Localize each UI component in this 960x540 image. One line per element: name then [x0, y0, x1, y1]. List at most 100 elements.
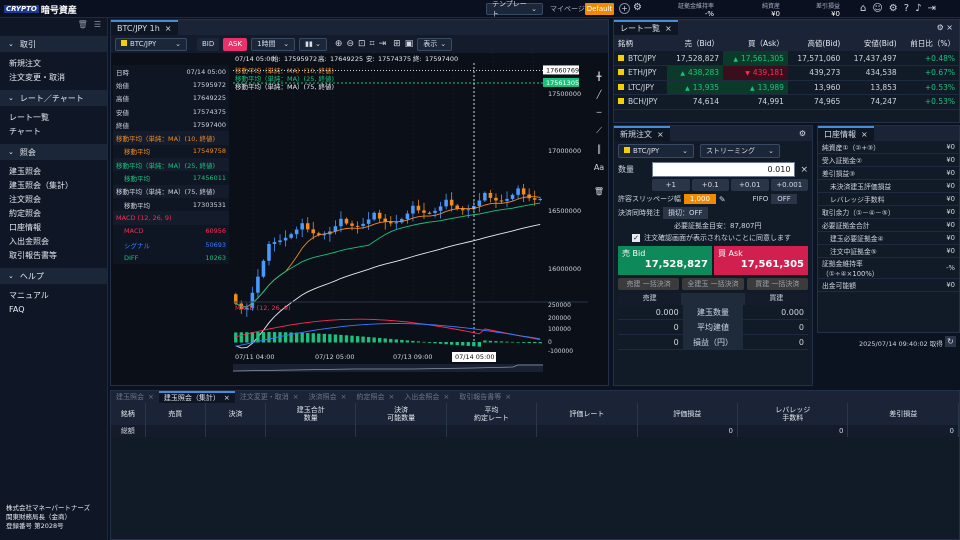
sidebar-item[interactable]: 注文照会	[0, 192, 107, 206]
default-button[interactable]: Default	[585, 3, 614, 15]
close-icon[interactable]: ×	[148, 393, 154, 401]
close-icon[interactable]: ×	[505, 393, 511, 401]
positions-header-cell[interactable]: 売買	[145, 403, 206, 425]
qty-step-button[interactable]: +0.1	[691, 179, 729, 191]
zoom-fit-icon[interactable]: ⊡	[358, 39, 366, 49]
close-icon[interactable]: ×	[389, 393, 395, 401]
close-icon[interactable]: ×	[165, 24, 172, 33]
help-icon[interactable]: ?	[904, 3, 909, 14]
sidebar-item[interactable]: 口座情報	[0, 220, 107, 234]
collapse-icon[interactable]: ☰	[94, 20, 101, 30]
rates-header-cell[interactable]: 売（Bid）	[667, 35, 723, 51]
clear-qty-icon[interactable]: ×	[800, 165, 808, 175]
rates-header-cell[interactable]: 銘柄	[614, 35, 667, 51]
zoom-in-icon[interactable]: ⊕	[335, 39, 343, 49]
bottom-tab[interactable]: 建玉照会（集計） ×	[158, 391, 235, 403]
delete-drawing-icon[interactable]: 🗑	[594, 187, 604, 196]
rates-row[interactable]: LTC/JPY ▲ 13,935 ▲ 13,989 13,960 13,853 +0.53%	[614, 80, 959, 95]
mypage-link[interactable]: マイページ	[550, 4, 585, 14]
sidebar-item[interactable]: チャート	[0, 124, 107, 138]
positions-header-cell[interactable]: 平均 約定レート	[446, 403, 538, 425]
chart-navigator[interactable]	[233, 364, 543, 372]
sidebar-item[interactable]: レート一覧	[0, 110, 107, 124]
qty-step-button[interactable]: +1	[652, 179, 690, 191]
sidebar-item[interactable]: 建玉照会（集計）	[0, 178, 107, 192]
sidebar-item[interactable]: 入出金照会	[0, 234, 107, 248]
sell-button[interactable]: 売 Bid 17,528,827	[618, 246, 712, 275]
qty-step-button[interactable]: +0.01	[731, 179, 769, 191]
bottom-tab[interactable]: 注文変更・取消 ×	[235, 391, 304, 403]
sidebar-item[interactable]: マニュアル	[0, 288, 107, 302]
bulk-settle-button[interactable]: 全建玉 一括決済	[682, 278, 744, 290]
sidebar-item[interactable]: 注文変更・取消	[0, 70, 107, 84]
text-tool-icon[interactable]: Aa	[594, 163, 604, 172]
rates-header-cell[interactable]: 安値(Bid)	[844, 35, 900, 51]
horizontal-line-icon[interactable]: ─	[597, 108, 602, 117]
slippage-value[interactable]: 1,000	[683, 194, 716, 204]
sidebar-item[interactable]: FAQ	[0, 302, 107, 316]
sidebar-section-header[interactable]: ⌄ ヘルプ	[0, 268, 107, 284]
close-icon[interactable]: ×	[224, 394, 230, 402]
scroll-latest-icon[interactable]: ⇥	[379, 39, 387, 49]
sidebar-item[interactable]: 建玉照会	[0, 164, 107, 178]
qty-input[interactable]: 0.010	[651, 162, 796, 177]
chart-tab[interactable]: BTC/JPY 1h ×	[111, 20, 178, 35]
close-icon[interactable]: ×	[665, 24, 672, 33]
ask-toggle[interactable]: ASK	[223, 37, 248, 51]
symbol-select[interactable]: BTC/JPY ⌄	[115, 37, 187, 51]
rates-header-cell[interactable]: 前日比（%）	[901, 35, 959, 51]
close-icon[interactable]: ×	[443, 393, 449, 401]
positions-header-cell[interactable]: 銘柄	[111, 403, 146, 425]
positions-header-cell[interactable]: レバレッジ 手数料	[737, 403, 849, 425]
panel-settings-icon[interactable]: ⚙ ×	[937, 23, 953, 32]
edit-icon[interactable]: ✎	[719, 195, 726, 204]
positions-header-cell[interactable]: 建玉合計 数量	[265, 403, 357, 425]
rates-header-cell[interactable]: 高値(Bid)	[788, 35, 844, 51]
positions-header-cell[interactable]: 評価損益	[637, 403, 739, 425]
indicator-icon[interactable]: ⊞	[393, 39, 401, 49]
rates-row[interactable]: ETH/JPY ▲ 438,283 ▼ 439,181 439,273 434,538 +0.…	[614, 65, 959, 80]
account-tab[interactable]: 口座情報 ×	[818, 126, 874, 141]
bulk-settle-button[interactable]: 買建 一括決済	[746, 278, 808, 290]
vertical-lines-icon[interactable]: ║	[597, 145, 602, 154]
template-dropdown[interactable]: テンプレート ⌄	[486, 0, 543, 18]
positions-header-cell[interactable]: 決済 可能数量	[355, 403, 447, 425]
draw-tool-icon[interactable]: ⌗	[370, 39, 375, 49]
close-icon[interactable]: ×	[861, 130, 868, 139]
sidebar-item[interactable]: 取引報告書等	[0, 248, 107, 262]
zoom-out-icon[interactable]: ⊖	[346, 39, 354, 49]
crosshair-icon[interactable]: ╋	[597, 72, 602, 81]
close-icon[interactable]: ×	[341, 393, 347, 401]
qty-step-button[interactable]: +0.001	[770, 179, 808, 191]
close-icon[interactable]: ×	[657, 130, 664, 139]
user-icon[interactable]: ☺	[872, 3, 882, 14]
panel-settings-icon[interactable]: ⚙	[799, 129, 806, 138]
sidebar-item[interactable]: 約定照会	[0, 206, 107, 220]
screenshot-icon[interactable]: ▣	[405, 39, 414, 49]
order-mode-select[interactable]: ストリーミング ⌄	[700, 144, 780, 158]
settings-gear-icon[interactable]: ⚙	[633, 2, 642, 13]
sidebar-item[interactable]: 新規注文	[0, 56, 107, 70]
bulk-settle-button[interactable]: 売建 一括決済	[618, 278, 680, 290]
sidebar-section-header[interactable]: ⌄ 照会	[0, 144, 107, 160]
bottom-tab[interactable]: 約定照会 ×	[352, 391, 400, 403]
notification-bell-icon[interactable]: ♪	[915, 3, 921, 14]
fifo-toggle[interactable]: OFF	[771, 194, 797, 204]
bottom-tab[interactable]: 取引報告書等 ×	[454, 391, 516, 403]
bottom-tab[interactable]: 建玉照会 ×	[111, 391, 159, 403]
settings-icon[interactable]: ⚙	[889, 3, 898, 14]
add-icon[interactable]: +	[619, 3, 630, 14]
interval-select[interactable]: 1時間 ⌄	[251, 37, 296, 51]
chart-type-candle-icon[interactable]: ▮▮ ⌄	[299, 37, 327, 51]
positions-header-cell[interactable]: 差引損益	[847, 403, 959, 425]
price-chart[interactable]: 17500000 17000000 16500000 16000000 07/14 05…	[233, 53, 588, 373]
close-icon[interactable]: ×	[293, 393, 299, 401]
ray-tool-icon[interactable]: ⟋	[596, 126, 602, 136]
sidebar-section-header[interactable]: ⌄ 取引	[0, 36, 107, 52]
rates-row[interactable]: BCH/JPY 74,614 74,991 74,965 74,247 +0.53%	[614, 95, 959, 109]
trash-icon[interactable]: 🗑	[78, 20, 88, 30]
refresh-icon[interactable]: ↻	[945, 336, 956, 347]
bid-toggle[interactable]: BID	[197, 37, 220, 51]
rates-row[interactable]: BTC/JPY 17,528,827 ▲ 17,561,305 17,571,060 17…	[614, 51, 959, 66]
positions-header-cell[interactable]: 決済	[205, 403, 267, 425]
